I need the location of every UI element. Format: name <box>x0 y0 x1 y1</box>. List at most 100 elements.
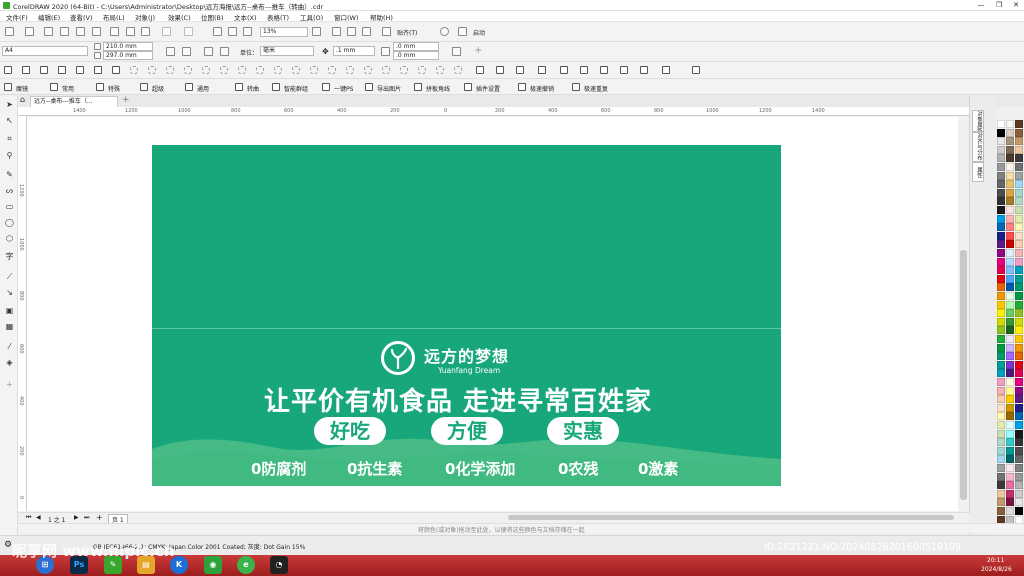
palette-swatch[interactable] <box>997 412 1005 421</box>
palette-swatch[interactable] <box>997 464 1005 472</box>
new-tab-icon[interactable]: + <box>122 95 130 105</box>
palette-swatch[interactable] <box>997 163 1005 171</box>
palette-swatch[interactable] <box>1006 317 1014 326</box>
plugin-tool-icon[interactable] <box>640 66 648 74</box>
ellipse-tool-icon[interactable]: ◯ <box>5 218 14 227</box>
launch-dropdown[interactable]: 启动 <box>473 28 485 37</box>
plugin-fast-undo[interactable]: 极速撤销 <box>530 84 554 93</box>
palette-swatch[interactable] <box>1015 438 1023 447</box>
palette-swatch[interactable] <box>1006 274 1014 283</box>
plugin-tool-icon[interactable] <box>184 66 192 74</box>
plugin-tool-icon[interactable] <box>538 66 546 74</box>
palette-swatch[interactable] <box>1015 188 1023 197</box>
palette-swatch[interactable] <box>1015 214 1023 223</box>
palette-swatch[interactable] <box>1015 231 1023 240</box>
palette-swatch[interactable] <box>997 145 1005 154</box>
document-tab[interactable]: 远方--桌布---推车（... <box>30 96 118 107</box>
docker-tab-object-properties[interactable]: 对象属性 <box>972 110 984 132</box>
import-icon[interactable] <box>213 27 222 36</box>
palette-swatch[interactable] <box>997 472 1005 481</box>
plugin-tool-icon[interactable] <box>346 66 354 74</box>
plugin-settings[interactable]: 插件设置 <box>476 84 500 93</box>
palette-swatch[interactable] <box>997 171 1005 180</box>
settings-gear-icon[interactable]: ⚙ <box>4 540 12 550</box>
paste-icon[interactable] <box>141 27 150 36</box>
menu-text[interactable]: 文本(X) <box>234 12 257 22</box>
plugin-tool-icon[interactable] <box>40 66 48 74</box>
palette-swatch[interactable] <box>1015 489 1023 498</box>
palette-swatch[interactable] <box>1015 403 1023 412</box>
palette-swatch[interactable] <box>1006 464 1014 472</box>
plugin-common[interactable]: 常用 <box>62 84 74 93</box>
menu-object[interactable]: 对象(J) <box>135 12 155 22</box>
palette-swatch[interactable] <box>1006 240 1014 249</box>
palette-swatch[interactable] <box>1015 137 1023 146</box>
plugin-general[interactable]: 通用 <box>197 84 209 93</box>
palette-swatch[interactable] <box>1015 464 1023 472</box>
redo-icon[interactable] <box>184 27 193 36</box>
palette-swatch[interactable] <box>1006 343 1014 352</box>
palette-swatch[interactable] <box>997 188 1005 197</box>
palette-swatch[interactable] <box>1015 335 1023 343</box>
palette-swatch[interactable] <box>997 128 1005 137</box>
menu-effects[interactable]: 效果(C) <box>168 12 191 22</box>
page-border-icon[interactable] <box>452 47 461 56</box>
menu-edit[interactable]: 编辑(E) <box>38 12 60 22</box>
palette-swatch[interactable] <box>997 446 1005 455</box>
plugin-tool-icon[interactable] <box>436 66 444 74</box>
palette-swatch[interactable] <box>997 283 1005 292</box>
menu-view[interactable]: 查看(V) <box>70 12 93 22</box>
palette-swatch[interactable] <box>1015 257 1023 266</box>
palette-swatch[interactable] <box>997 206 1005 214</box>
palette-swatch[interactable] <box>1015 472 1023 481</box>
cut-icon[interactable] <box>110 27 119 36</box>
palette-swatch[interactable] <box>1006 283 1014 292</box>
palette-swatch[interactable] <box>1015 343 1023 352</box>
palette-swatch[interactable] <box>1006 446 1014 455</box>
add-tool-icon[interactable]: + <box>5 380 14 389</box>
snap-to-dropdown[interactable]: 贴齐(T) <box>397 28 417 37</box>
duplicate-y-field[interactable]: .0 mm <box>393 51 439 60</box>
page-size-select[interactable]: A4 <box>2 46 88 56</box>
palette-swatch[interactable] <box>1006 128 1014 137</box>
palette-swatch[interactable] <box>997 249 1005 257</box>
menu-table[interactable]: 表格(T) <box>267 12 289 22</box>
all-pages-icon[interactable] <box>204 47 213 56</box>
menu-layout[interactable]: 布局(L) <box>103 12 125 22</box>
palette-swatch[interactable] <box>1006 120 1014 128</box>
menu-window[interactable]: 窗口(W) <box>334 12 359 22</box>
plugin-tool-icon[interactable] <box>76 66 84 74</box>
crop-tool-icon[interactable]: ⌗ <box>5 134 14 143</box>
nudge-distance-field[interactable]: .1 mm <box>333 46 375 56</box>
plugin-tool-icon[interactable] <box>238 66 246 74</box>
plugin-tool-icon[interactable] <box>58 66 66 74</box>
plugin-tool-icon[interactable] <box>22 66 30 74</box>
last-page-icon[interactable]: ⏭ <box>84 514 89 522</box>
palette-swatch[interactable] <box>1015 369 1023 378</box>
palette-swatch[interactable] <box>997 421 1005 429</box>
add-icon[interactable]: + <box>474 45 482 56</box>
plugin-tool-icon[interactable] <box>382 66 390 74</box>
menu-tools[interactable]: 工具(O) <box>300 12 323 22</box>
palette-swatch[interactable] <box>1006 326 1014 335</box>
plugin-tool-icon[interactable] <box>364 66 372 74</box>
banner-artwork[interactable]: 远方的梦想 Yuanfang Dream 让平价有机食品 走进寻常百姓家 好吃 … <box>152 145 781 486</box>
rectangle-tool-icon[interactable]: ▭ <box>5 202 14 211</box>
palette-swatch[interactable] <box>1015 180 1023 189</box>
palette-swatch[interactable] <box>1015 274 1023 283</box>
open-icon[interactable] <box>25 27 34 36</box>
freehand-tool-icon[interactable]: ✎ <box>5 170 14 179</box>
palette-swatch[interactable] <box>997 455 1005 464</box>
full-screen-icon[interactable] <box>312 27 321 36</box>
palette-swatch[interactable] <box>997 507 1005 515</box>
palette-swatch[interactable] <box>997 403 1005 412</box>
export-pdf-icon[interactable] <box>243 27 252 36</box>
print-icon[interactable] <box>92 27 101 36</box>
page-width-field[interactable]: 210.0 mm <box>103 42 153 51</box>
palette-swatch[interactable] <box>997 137 1005 146</box>
vertical-scrollbar-thumb[interactable] <box>960 250 967 500</box>
palette-swatch[interactable] <box>997 214 1005 223</box>
palette-swatch[interactable] <box>1006 438 1014 447</box>
palette-swatch[interactable] <box>1015 249 1023 257</box>
palette-swatch[interactable] <box>997 120 1005 128</box>
